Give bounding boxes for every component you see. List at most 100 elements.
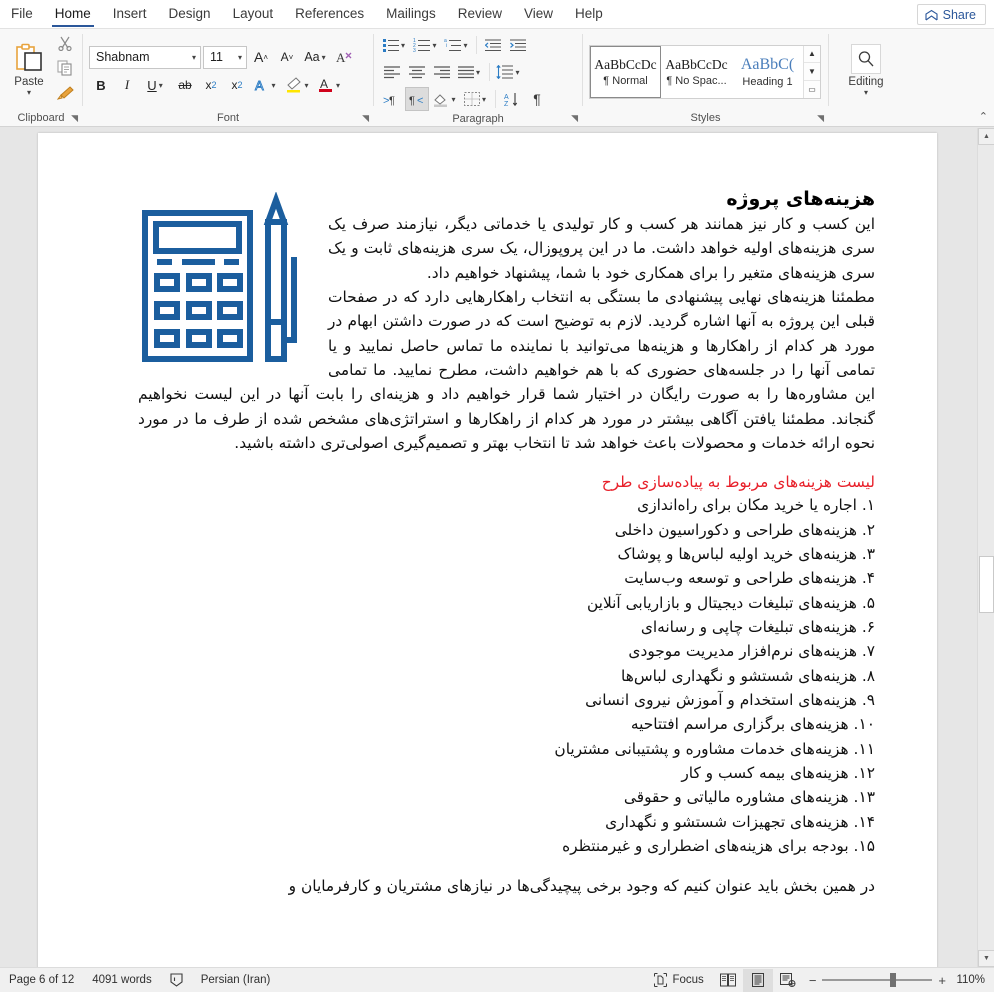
list-item: ۳. هزینه‌های خرید اولیه لباس‌ها و پوشاک: [617, 544, 875, 563]
list-item: ۱. اجاره یا خرید مکان برای راه‌اندازی: [637, 496, 875, 515]
read-mode-button[interactable]: [713, 969, 743, 992]
font-color-icon[interactable]: A ▾: [315, 73, 345, 97]
multilevel-list-icon[interactable]: a i ▾: [442, 33, 472, 57]
clear-formatting-icon[interactable]: A: [333, 45, 357, 69]
styles-scroll-buttons: ▲ ▼ ▭: [803, 45, 820, 98]
justify-icon[interactable]: ▾: [455, 60, 485, 84]
focus-mode-button[interactable]: Focus: [645, 968, 712, 992]
paragraph-next-partial: در همین بخش باید عنوان کنیم که وجود برخی…: [288, 877, 875, 896]
paste-chevron-down-icon[interactable]: ▾: [27, 89, 31, 97]
format-painter-button[interactable]: [54, 82, 76, 104]
styles-scroll-up-button[interactable]: ▲: [804, 46, 820, 64]
svg-text:3: 3: [413, 48, 416, 52]
list-item: ۱۵. بودجه برای هزینه‌های اضطراری و غیرمن…: [562, 836, 875, 855]
styles-scroll-down-button[interactable]: ▼: [804, 63, 820, 81]
zoom-slider[interactable]: − +: [803, 973, 952, 988]
share-label: Share: [942, 7, 976, 22]
paragraph-dialog-launcher-icon[interactable]: ◥: [571, 113, 578, 124]
zoom-track[interactable]: [822, 973, 933, 987]
page-indicator[interactable]: Page 6 of 12: [0, 968, 83, 992]
scroll-up-arrow[interactable]: ▲: [978, 128, 994, 145]
document-canvas[interactable]: هزینه‌های پروژه این کسب و کار نیز همانند…: [0, 128, 994, 967]
cut-button[interactable]: [54, 32, 76, 54]
svg-text:A: A: [504, 94, 509, 101]
list-item: ۱۰. هزینه‌های برگزاری مراسم افتتاحیه: [630, 715, 875, 734]
zoom-out-button[interactable]: −: [809, 973, 817, 988]
zoom-level[interactable]: 110%: [952, 974, 994, 986]
style-item-no-spacing[interactable]: AaBbCcDc ¶ No Spac...: [661, 45, 732, 98]
styles-more-button[interactable]: ▭: [804, 81, 820, 98]
decrease-indent-icon[interactable]: [481, 33, 505, 57]
superscript-button[interactable]: x2: [225, 73, 249, 97]
collapse-ribbon-chevron-up-icon[interactable]: ⌃: [979, 110, 988, 123]
line-spacing-icon[interactable]: ▾: [494, 60, 524, 84]
tab-view[interactable]: View: [513, 0, 564, 28]
style-preview: AaBbCcDc: [665, 56, 728, 72]
style-item-normal[interactable]: AaBbCcDc ¶ Normal: [590, 45, 661, 98]
document-body[interactable]: هزینه‌های پروژه این کسب و کار نیز همانند…: [138, 188, 875, 899]
increase-indent-icon[interactable]: [506, 33, 530, 57]
language-indicator[interactable]: Persian (Iran): [192, 968, 280, 992]
right-to-left-icon[interactable]: ¶ <: [405, 87, 429, 111]
tab-insert[interactable]: Insert: [102, 0, 158, 28]
tab-mailings[interactable]: Mailings: [375, 0, 447, 28]
bold-button[interactable]: B: [89, 73, 113, 97]
tab-design[interactable]: Design: [158, 0, 222, 28]
svg-text:¶: ¶: [409, 95, 415, 106]
align-right-icon[interactable]: [430, 60, 454, 84]
tab-help[interactable]: Help: [564, 0, 614, 28]
web-layout-button[interactable]: [773, 969, 803, 992]
italic-button[interactable]: I: [115, 73, 139, 97]
clipboard-dialog-launcher-icon[interactable]: ◥: [71, 113, 78, 124]
tab-review[interactable]: Review: [447, 0, 513, 28]
numbered-list-icon[interactable]: 1 2 3 ▾: [411, 33, 441, 57]
font-size-combobox[interactable]: 11 ▾: [203, 45, 247, 69]
zoom-in-button[interactable]: +: [938, 973, 946, 988]
highlight-icon[interactable]: ▾: [283, 73, 313, 97]
tab-layout[interactable]: Layout: [222, 0, 285, 28]
word-window: File Home Insert Design Layout Reference…: [0, 0, 994, 992]
sort-icon[interactable]: AZ: [500, 87, 524, 111]
align-center-icon[interactable]: [405, 60, 429, 84]
borders-icon[interactable]: ▾: [461, 87, 491, 111]
section-heading: لیست هزینه‌های مربوط به پیاده‌سازی طرح: [601, 473, 875, 492]
scroll-thumb[interactable]: [979, 556, 994, 613]
shrink-font-button[interactable]: A ˅: [275, 45, 299, 69]
calculator-and-pencil-illustration: [138, 192, 314, 367]
font-name-combobox[interactable]: Shabnam ▾: [89, 45, 201, 69]
font-group-label: Font: [216, 111, 239, 124]
vertical-scrollbar[interactable]: ▲ ▼: [977, 128, 994, 967]
svg-text:A: A: [336, 50, 346, 65]
text-effects-icon[interactable]: A ▾: [251, 73, 281, 97]
svg-text:i: i: [446, 43, 447, 49]
tab-file[interactable]: File: [0, 0, 44, 28]
ribbon-group-clipboard: Paste ▾ Clipboard ◥: [0, 29, 82, 126]
word-count[interactable]: 4091 words: [83, 968, 160, 992]
subscript-button[interactable]: x2: [199, 73, 223, 97]
document-page[interactable]: هزینه‌های پروژه این کسب و کار نیز همانند…: [38, 133, 937, 967]
copy-button[interactable]: [54, 57, 76, 79]
underline-button[interactable]: U ▾: [141, 73, 171, 97]
styles-dialog-launcher-icon[interactable]: ◥: [817, 113, 824, 124]
left-to-right-icon[interactable]: > ¶: [380, 87, 404, 111]
strikethrough-button[interactable]: ab: [173, 73, 197, 97]
proofing-errors-icon[interactable]: [161, 968, 192, 992]
tab-home[interactable]: Home: [44, 0, 102, 28]
style-preview: AaBbC(: [740, 55, 795, 73]
scroll-down-arrow[interactable]: ▼: [978, 950, 994, 967]
align-left-icon[interactable]: [380, 60, 404, 84]
zoom-thumb[interactable]: [890, 973, 897, 987]
bullet-list-icon[interactable]: ▾: [380, 33, 410, 57]
print-layout-button[interactable]: [742, 968, 773, 992]
style-item-heading-1[interactable]: AaBbC( Heading 1: [732, 45, 803, 98]
grow-font-button[interactable]: A ˄: [249, 45, 273, 69]
shading-icon[interactable]: ▾: [430, 87, 460, 111]
share-button[interactable]: Share: [916, 4, 986, 25]
chevron-down-icon[interactable]: ▾: [864, 88, 868, 97]
tab-references[interactable]: References: [284, 0, 375, 28]
show-formatting-marks-icon[interactable]: ¶: [525, 87, 549, 111]
font-dialog-launcher-icon[interactable]: ◥: [362, 113, 369, 124]
change-case-button[interactable]: Aa ▾: [301, 45, 331, 69]
editing-button[interactable]: Editing ▾: [835, 43, 897, 97]
paste-button[interactable]: Paste ▾: [6, 43, 52, 97]
